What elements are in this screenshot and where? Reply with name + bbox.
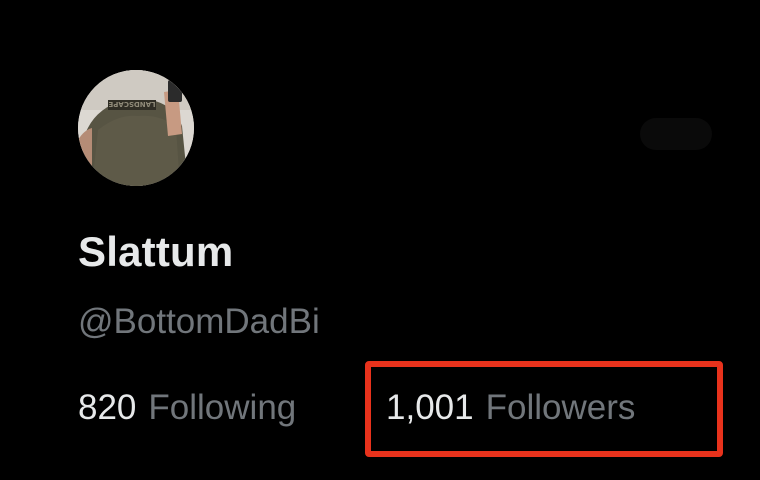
following-label: Following: [148, 388, 297, 427]
avatar-shirt-text: LANDSCAPE: [108, 100, 155, 108]
following-link[interactable]: 820 Following: [78, 384, 296, 432]
ghost-icon: [640, 118, 712, 150]
avatar[interactable]: LANDSCAPE: [78, 70, 194, 186]
following-count: 820: [78, 388, 137, 427]
profile-handle: @BottomDadBi: [78, 302, 320, 341]
avatar-photo: LANDSCAPE: [78, 70, 194, 186]
profile-header: LANDSCAPE Slattum @BottomDadBi 820 Follow…: [0, 0, 760, 480]
display-name: Slattum: [78, 228, 234, 275]
followers-highlight-box: [365, 361, 723, 457]
